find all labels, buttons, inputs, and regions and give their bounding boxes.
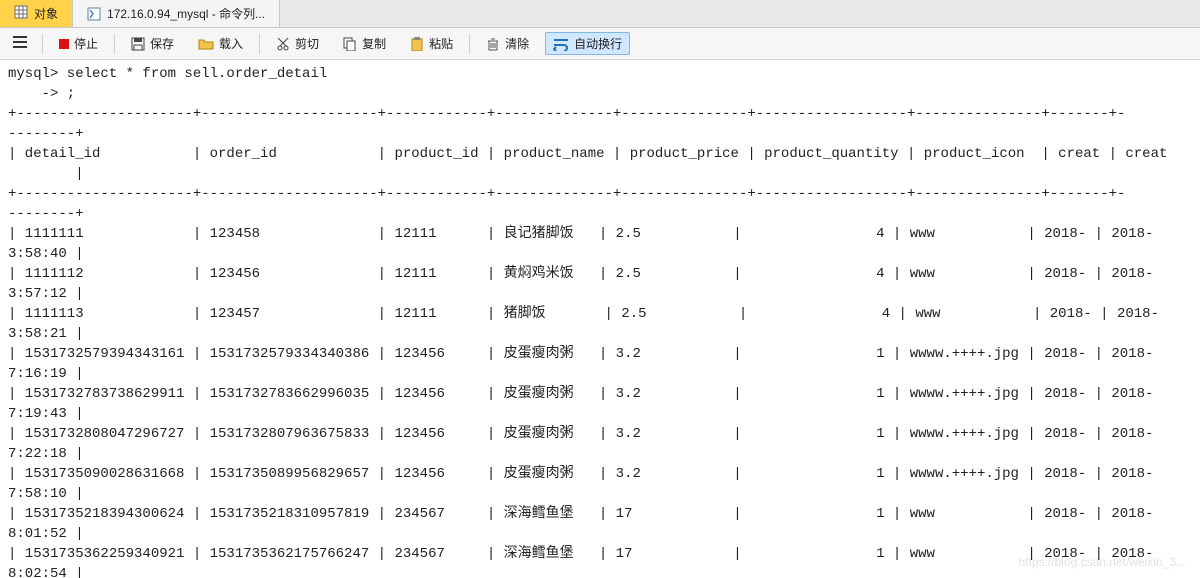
clipboard-icon	[410, 37, 424, 51]
folder-open-icon	[198, 37, 214, 51]
toolbar-sep	[42, 34, 43, 54]
paste-label: 粘贴	[429, 35, 453, 52]
wrap-label: 自动换行	[574, 35, 622, 52]
tab-objects-label: 对象	[34, 5, 58, 22]
terminal-icon	[87, 7, 101, 21]
trash-icon	[486, 37, 500, 51]
sql-output[interactable]: mysql> select * from sell.order_detail -…	[0, 60, 1200, 578]
paste-button[interactable]: 粘贴	[402, 32, 461, 55]
copy-icon	[343, 37, 357, 51]
save-label: 保存	[150, 35, 174, 52]
cut-button[interactable]: 剪切	[268, 32, 327, 55]
toolbar: 停止 保存 载入 剪切 复制	[0, 28, 1200, 60]
watermark: https://blog.csdn.net/weixin_3...	[1019, 552, 1186, 572]
load-button[interactable]: 载入	[190, 32, 251, 55]
clear-button[interactable]: 清除	[478, 32, 537, 55]
save-icon	[131, 37, 145, 51]
menu-button[interactable]	[6, 33, 34, 54]
load-label: 载入	[219, 35, 243, 52]
stop-label: 停止	[74, 35, 98, 52]
tab-connection[interactable]: 172.16.0.94_mysql - 命令列...	[73, 0, 280, 27]
stop-icon	[59, 39, 69, 49]
copy-button[interactable]: 复制	[335, 32, 394, 55]
cut-label: 剪切	[295, 35, 319, 52]
stop-button[interactable]: 停止	[51, 32, 106, 55]
tab-connection-label: 172.16.0.94_mysql - 命令列...	[107, 5, 265, 22]
toolbar-sep	[259, 34, 260, 54]
toolbar-sep	[114, 34, 115, 54]
clear-label: 清除	[505, 35, 529, 52]
toolbar-sep	[469, 34, 470, 54]
save-button[interactable]: 保存	[123, 32, 182, 55]
app-root: 对象 172.16.0.94_mysql - 命令列... 停止 保存	[0, 0, 1200, 578]
tab-strip: 对象 172.16.0.94_mysql - 命令列...	[0, 0, 1200, 28]
table-icon	[14, 5, 28, 22]
scissors-icon	[276, 37, 290, 51]
tab-objects[interactable]: 对象	[0, 0, 73, 27]
wrap-button[interactable]: 自动换行	[545, 32, 630, 55]
copy-label: 复制	[362, 35, 386, 52]
word-wrap-icon	[553, 37, 569, 51]
